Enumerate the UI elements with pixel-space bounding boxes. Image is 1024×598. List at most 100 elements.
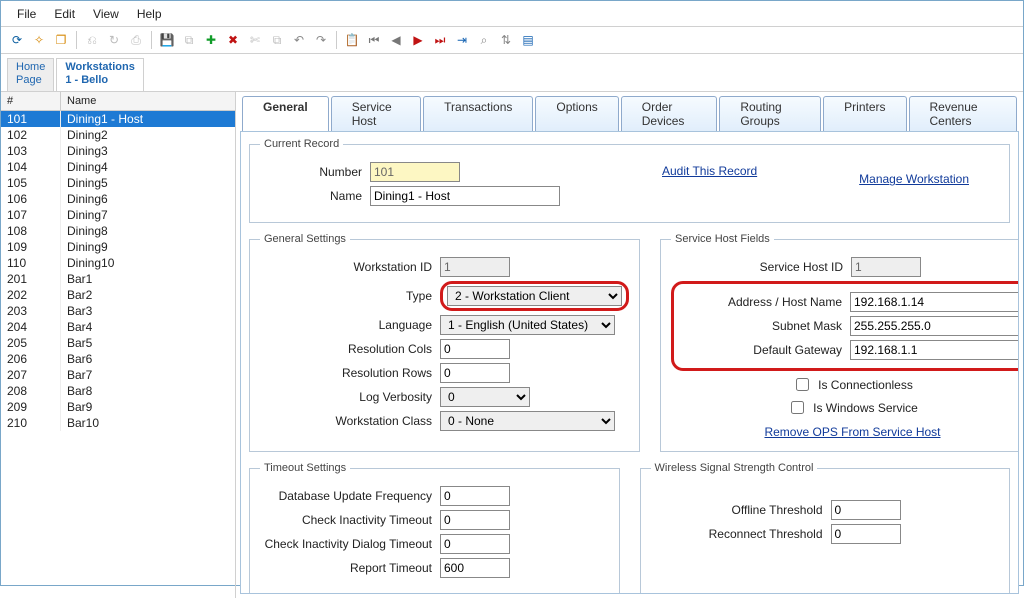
list-cell-number: 101 [1, 111, 61, 127]
input-res-cols[interactable] [440, 339, 510, 359]
list-row[interactable]: 105Dining5 [1, 175, 235, 191]
checkbox-is-windows-service[interactable] [791, 401, 804, 414]
list-cell-name: Bar7 [61, 367, 235, 383]
table-view-icon[interactable]: ▤ [518, 30, 538, 50]
tab-service-host[interactable]: Service Host [331, 96, 421, 131]
label-type: Type [260, 289, 440, 303]
list-cell-name: Bar2 [61, 287, 235, 303]
link-audit-record[interactable]: Audit This Record [662, 164, 757, 178]
list-row[interactable]: 102Dining2 [1, 127, 235, 143]
label-svc-id: Service Host ID [671, 260, 851, 274]
doctab-home[interactable]: Home Page [7, 58, 54, 91]
input-record-name[interactable] [370, 186, 560, 206]
checkbox-is-connectionless[interactable] [796, 378, 809, 391]
list-row[interactable]: 109Dining9 [1, 239, 235, 255]
nav-first-icon[interactable]: ⏮ [364, 30, 384, 50]
input-res-rows[interactable] [440, 363, 510, 383]
add-icon[interactable]: ✚ [201, 30, 221, 50]
input-svc-mask[interactable] [850, 316, 1019, 336]
tab-general[interactable]: General [242, 96, 329, 131]
input-off-thresh[interactable] [831, 500, 901, 520]
input-db-upd[interactable] [440, 486, 510, 506]
legend-service-host: Service Host Fields [671, 233, 774, 245]
doctab-workstations[interactable]: Workstations 1 - Bello [56, 58, 143, 91]
list-row[interactable]: 202Bar2 [1, 287, 235, 303]
list-cell-name: Bar9 [61, 399, 235, 415]
list-row[interactable]: 204Bar4 [1, 319, 235, 335]
menu-edit[interactable]: Edit [46, 5, 83, 23]
nav-last-icon[interactable]: ⏭ [430, 30, 450, 50]
list-cell-number: 206 [1, 351, 61, 367]
paste-icon[interactable]: 📋 [342, 30, 362, 50]
label-ws-id: Workstation ID [260, 260, 440, 274]
copy-icon[interactable]: ⧉ [267, 30, 287, 50]
tab-order-devices[interactable]: Order Devices [621, 96, 718, 131]
list-cell-number: 208 [1, 383, 61, 399]
fieldset-current-record: Current Record Number Name [249, 138, 1010, 223]
stack-icon[interactable]: ❐ [51, 30, 71, 50]
tab-revenue-centers[interactable]: Revenue Centers [909, 96, 1017, 131]
cut-icon[interactable]: ✄ [245, 30, 265, 50]
input-rec-thresh[interactable] [831, 524, 901, 544]
list-cell-number: 210 [1, 415, 61, 431]
refresh-icon[interactable]: ⟳ [7, 30, 27, 50]
save-all-icon[interactable]: ⧉ [179, 30, 199, 50]
undo-icon[interactable]: ⎌ [82, 30, 102, 50]
new-doc-icon[interactable]: ✧ [29, 30, 49, 50]
delete-icon[interactable]: ✖ [223, 30, 243, 50]
tab-routing-groups[interactable]: Routing Groups [719, 96, 821, 131]
link-manage-workstation[interactable]: Manage Workstation [859, 172, 969, 186]
list-row[interactable]: 207Bar7 [1, 367, 235, 383]
list-row[interactable]: 107Dining7 [1, 207, 235, 223]
goto-icon[interactable]: ⇥ [452, 30, 472, 50]
back-history-icon[interactable]: ↶ [289, 30, 309, 50]
label-svc-mask: Subnet Mask [680, 319, 850, 333]
input-svc-gw[interactable] [850, 340, 1019, 360]
input-chk-inact[interactable] [440, 510, 510, 530]
print-icon[interactable]: ⎙ [126, 30, 146, 50]
list-cell-name: Bar1 [61, 271, 235, 287]
list-row[interactable]: 108Dining8 [1, 223, 235, 239]
filter-icon[interactable]: ⌕ [474, 30, 494, 50]
select-log-verbosity[interactable]: 0 [440, 387, 530, 407]
save-icon[interactable]: 💾 [157, 30, 177, 50]
list-col-name[interactable]: Name [61, 92, 235, 110]
page-general: Current Record Number Name [240, 131, 1019, 594]
tab-options[interactable]: Options [535, 96, 618, 131]
list-row[interactable]: 206Bar6 [1, 351, 235, 367]
sort-icon[interactable]: ⇅ [496, 30, 516, 50]
select-type[interactable]: 2 - Workstation Client [447, 286, 622, 306]
tab-printers[interactable]: Printers [823, 96, 906, 131]
label-log-verbosity: Log Verbosity [260, 390, 440, 404]
menu-file[interactable]: File [9, 5, 44, 23]
list-row[interactable]: 209Bar9 [1, 399, 235, 415]
list-col-number[interactable]: # [1, 92, 61, 110]
forward-history-icon[interactable]: ↷ [311, 30, 331, 50]
list-cell-number: 201 [1, 271, 61, 287]
list-row[interactable]: 104Dining4 [1, 159, 235, 175]
list-cell-number: 209 [1, 399, 61, 415]
label-is-connectionless: Is Connectionless [818, 378, 913, 392]
menu-view[interactable]: View [85, 5, 127, 23]
tab-transactions[interactable]: Transactions [423, 96, 533, 131]
list-row[interactable]: 110Dining10 [1, 255, 235, 271]
list-row[interactable]: 203Bar3 [1, 303, 235, 319]
nav-next-icon[interactable]: ▶ [408, 30, 428, 50]
list-row[interactable]: 201Bar1 [1, 271, 235, 287]
redo-icon[interactable]: ↻ [104, 30, 124, 50]
input-report-to[interactable] [440, 558, 510, 578]
list-row[interactable]: 101Dining1 - Host [1, 111, 235, 127]
list-row[interactable]: 210Bar10 [1, 415, 235, 431]
menu-help[interactable]: Help [129, 5, 170, 23]
list-row[interactable]: 208Bar8 [1, 383, 235, 399]
list-row[interactable]: 103Dining3 [1, 143, 235, 159]
select-language[interactable]: 1 - English (United States) [440, 315, 615, 335]
select-ws-class[interactable]: 0 - None [440, 411, 615, 431]
list-row[interactable]: 106Dining6 [1, 191, 235, 207]
input-svc-addr[interactable] [850, 292, 1019, 312]
input-chk-dlg[interactable] [440, 534, 510, 554]
list-row[interactable]: 205Bar5 [1, 335, 235, 351]
doctab-home-l2: Page [16, 74, 42, 86]
nav-prev-icon[interactable]: ◀ [386, 30, 406, 50]
link-remove-ops[interactable]: Remove OPS From Service Host [764, 425, 940, 439]
